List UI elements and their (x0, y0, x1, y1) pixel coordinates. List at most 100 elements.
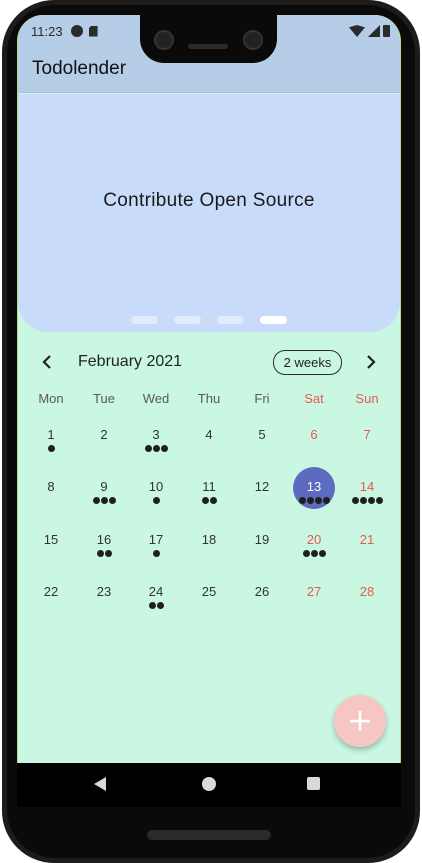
event-marker (209, 497, 217, 504)
event-marker (152, 445, 160, 452)
day-number: 25 (201, 584, 217, 599)
day-number: 2 (100, 427, 108, 442)
day-cell[interactable]: 25 (183, 584, 235, 636)
battery-icon (383, 25, 390, 37)
day-cell[interactable]: 18 (183, 532, 235, 584)
event-markers (288, 550, 340, 557)
event-marker (156, 602, 164, 609)
event-marker (318, 550, 326, 557)
carousel-dot[interactable] (174, 316, 201, 324)
previous-month-button[interactable] (38, 351, 56, 373)
weekday-label: Fri (254, 391, 270, 406)
weekday-label: Wed (142, 391, 170, 406)
front-camera (154, 30, 174, 50)
weekday-label: Mon (38, 391, 64, 406)
day-number: 28 (359, 584, 375, 599)
event-markers (130, 550, 182, 557)
home-icon[interactable] (202, 777, 216, 791)
day-number: 13 (306, 479, 322, 494)
event-markers (78, 497, 130, 504)
event-markers (130, 602, 182, 609)
day-cell[interactable]: 17 (130, 532, 182, 584)
event-markers (130, 497, 182, 504)
day-number: 19 (254, 532, 270, 547)
status-time: 11:23 (31, 23, 63, 39)
signal-icon (368, 25, 380, 37)
event-marker (152, 550, 160, 557)
month-title: February 2021 (78, 353, 183, 370)
day-cell[interactable]: 27 (288, 584, 340, 636)
event-marker (47, 445, 55, 452)
sd-card-icon (88, 25, 98, 37)
calendar-header: February 2021 2 weeks (18, 347, 400, 377)
day-cell[interactable]: 22 (25, 584, 77, 636)
day-number: 6 (310, 427, 318, 442)
banner-text: Contribute Open Source (103, 190, 315, 211)
banner-carousel[interactable]: Contribute Open Source (18, 94, 400, 332)
day-cell[interactable]: 12 (236, 479, 288, 531)
weekday-label: Tue (93, 391, 115, 406)
day-number: 7 (363, 427, 371, 442)
carousel-dot[interactable] (260, 316, 287, 324)
day-number: 18 (201, 532, 217, 547)
event-marker (148, 602, 156, 609)
calendar-format-button[interactable]: 2 weeks (273, 350, 342, 375)
event-marker (314, 497, 322, 504)
day-cell[interactable]: 28 (341, 584, 393, 636)
day-cell[interactable]: 26 (236, 584, 288, 636)
event-markers (25, 445, 77, 452)
day-cell[interactable]: 8 (25, 479, 77, 531)
chevron-right-icon (367, 355, 376, 369)
event-marker (359, 497, 367, 504)
event-marker (201, 497, 209, 504)
day-cell[interactable]: 7 (341, 427, 393, 479)
day-number: 11 (202, 479, 216, 494)
selected-day-cell[interactable]: 13 (288, 467, 340, 531)
day-number: 17 (148, 532, 164, 547)
event-markers (183, 497, 235, 504)
day-cell[interactable]: 3 (130, 427, 182, 479)
next-month-button[interactable] (362, 351, 380, 373)
day-number: 26 (254, 584, 270, 599)
event-marker (375, 497, 383, 504)
event-marker (306, 497, 314, 504)
day-cell[interactable]: 24 (130, 584, 182, 636)
event-marker (96, 550, 104, 557)
event-marker (367, 497, 375, 504)
day-cell[interactable]: 15 (25, 532, 77, 584)
carousel-dot[interactable] (131, 316, 158, 324)
carousel-indicators (131, 316, 287, 324)
day-cell[interactable]: 16 (78, 532, 130, 584)
day-cell[interactable]: 21 (341, 532, 393, 584)
earpiece-speaker (188, 44, 228, 49)
back-icon[interactable] (94, 777, 106, 791)
day-cell[interactable]: 9 (78, 479, 130, 531)
app-screen: 11:23 Todolender Contribute Open Source … (17, 15, 401, 763)
event-marker (108, 497, 116, 504)
day-cell[interactable]: 11 (183, 479, 235, 531)
day-cell[interactable]: 10 (130, 479, 182, 531)
day-number: 10 (148, 479, 164, 494)
day-cell[interactable]: 4 (183, 427, 235, 479)
event-markers (288, 497, 340, 504)
add-task-button[interactable] (334, 695, 386, 747)
weekday-label: Sun (355, 391, 379, 406)
day-number: 23 (96, 584, 112, 599)
day-number: 4 (205, 427, 213, 442)
camera-notch (140, 15, 277, 63)
day-number: 14 (359, 479, 375, 494)
event-marker (144, 445, 152, 452)
day-number: 21 (359, 532, 375, 547)
carousel-dot[interactable] (217, 316, 244, 324)
event-marker (351, 497, 359, 504)
day-cell[interactable]: 14 (341, 479, 393, 531)
day-number: 1 (47, 427, 55, 442)
navigation-bar (17, 763, 401, 807)
day-cell[interactable]: 23 (78, 584, 130, 636)
day-cell[interactable]: 1 (25, 427, 77, 479)
recents-icon[interactable] (307, 777, 320, 790)
day-cell[interactable]: 19 (236, 532, 288, 584)
day-cell[interactable]: 2 (78, 427, 130, 479)
day-cell[interactable]: 20 (288, 532, 340, 584)
day-cell[interactable]: 5 (236, 427, 288, 479)
